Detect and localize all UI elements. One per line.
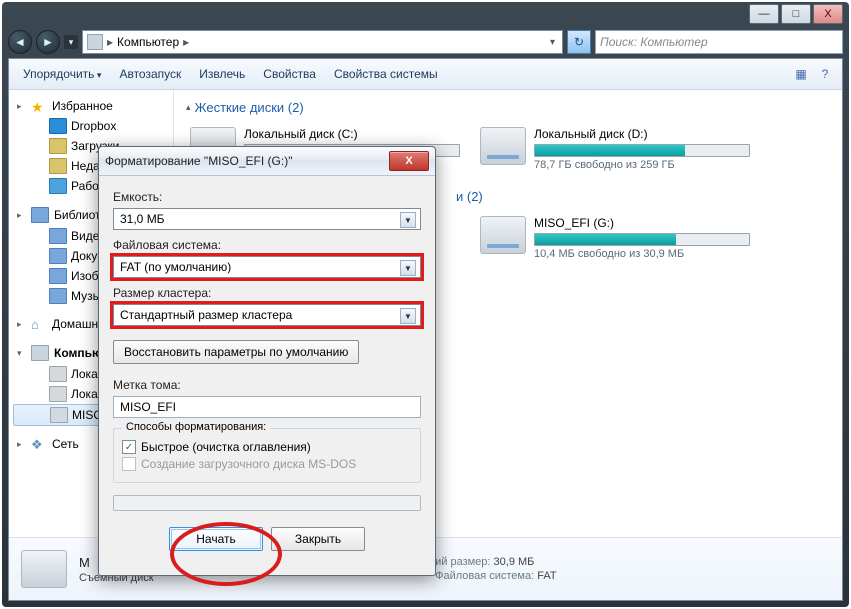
- filesystem-combo[interactable]: FAT (по умолчанию)▼: [113, 256, 421, 278]
- history-dropdown[interactable]: ▾: [64, 35, 78, 49]
- checkbox-icon: ✓: [122, 440, 136, 454]
- volume-label-label: Метка тома:: [113, 378, 421, 392]
- drive-item[interactable]: Локальный диск (D:)78,7 ГБ свободно из 2…: [476, 123, 754, 175]
- star-icon: ★: [31, 99, 47, 113]
- refresh-button[interactable]: ↻: [567, 30, 591, 54]
- quick-format-checkbox[interactable]: ✓Быстрое (очистка оглавления): [122, 440, 412, 454]
- drive-icon: [49, 386, 67, 402]
- volume-label-input[interactable]: MISO_EFI: [113, 396, 421, 418]
- filesystem-label: Файловая система:: [113, 238, 421, 252]
- network-icon: ❖: [31, 437, 47, 451]
- chevron-down-icon: ▼: [400, 212, 416, 228]
- folder-icon: [49, 138, 67, 154]
- nav-group-favorites[interactable]: ▸★Избранное: [9, 96, 173, 116]
- folder-icon: [49, 118, 67, 134]
- cluster-size-combo[interactable]: Стандартный размер кластера▼: [113, 304, 421, 326]
- drive-icon: [50, 407, 68, 423]
- computer-icon: [31, 345, 49, 361]
- computer-icon: [87, 34, 103, 50]
- msdos-boot-checkbox: Создание загрузочного диска MS-DOS: [122, 457, 412, 471]
- chevron-down-icon: ▼: [400, 308, 416, 324]
- capacity-combo[interactable]: 31,0 МБ▼: [113, 208, 421, 230]
- minimize-button[interactable]: —: [749, 4, 779, 24]
- library-icon: [49, 248, 67, 264]
- capacity-label: Емкость:: [113, 190, 421, 204]
- properties-button[interactable]: Свойства: [255, 64, 324, 84]
- folder-icon: [49, 178, 67, 194]
- breadcrumb-sep-icon: ▸: [183, 35, 189, 49]
- breadcrumb[interactable]: Компьютер: [117, 35, 179, 49]
- format-dialog: Форматирование "MISO_EFI (G:)" X Емкость…: [98, 146, 436, 576]
- library-icon: [31, 207, 49, 223]
- start-button[interactable]: Начать: [169, 527, 263, 551]
- breadcrumb-sep-icon: ▸: [107, 35, 113, 49]
- drive-icon: [49, 366, 67, 382]
- removable-drive-icon: [480, 216, 526, 254]
- system-properties-button[interactable]: Свойства системы: [326, 64, 446, 84]
- window-titlebar: — □ X: [2, 2, 849, 26]
- removable-drive-icon: [21, 550, 67, 588]
- nav-item[interactable]: Dropbox: [9, 116, 173, 136]
- format-progress: [113, 495, 421, 511]
- close-dialog-button[interactable]: Закрыть: [271, 527, 365, 551]
- chevron-down-icon: ▼: [400, 260, 416, 276]
- organize-menu[interactable]: Упорядочить: [15, 64, 109, 84]
- extract-button[interactable]: Извлечь: [191, 64, 253, 84]
- dialog-close-button[interactable]: X: [389, 151, 429, 171]
- address-bar[interactable]: ▸ Компьютер ▸ ▾: [82, 30, 563, 54]
- home-icon: ⌂: [31, 317, 47, 331]
- format-options-group: Способы форматирования: ✓Быстрое (очистк…: [113, 428, 421, 483]
- format-options-label: Способы форматирования:: [122, 421, 270, 433]
- address-drop-icon[interactable]: ▾: [547, 37, 558, 48]
- drive-name: Локальный диск (C:): [244, 127, 460, 141]
- view-icon[interactable]: ▦: [790, 63, 812, 85]
- library-icon: [49, 288, 67, 304]
- hdd-icon: [480, 127, 526, 165]
- forward-button[interactable]: ►: [36, 30, 60, 54]
- toolbar: Упорядочить Автозапуск Извлечь Свойства …: [9, 59, 842, 90]
- section-header[interactable]: ▴Жесткие диски (2): [186, 96, 830, 123]
- cluster-label: Размер кластера:: [113, 286, 421, 300]
- dialog-titlebar[interactable]: Форматирование "MISO_EFI (G:)" X: [99, 147, 435, 176]
- help-icon[interactable]: ?: [814, 63, 836, 85]
- close-button[interactable]: X: [813, 4, 843, 24]
- autorun-button[interactable]: Автозапуск: [111, 64, 189, 84]
- drive-item[interactable]: MISO_EFI (G:)10,4 МБ свободно из 30,9 МБ: [476, 212, 754, 264]
- search-input[interactable]: Поиск: Компьютер: [595, 30, 843, 54]
- drive-name: MISO_EFI (G:): [534, 216, 750, 230]
- back-button[interactable]: ◄: [8, 30, 32, 54]
- maximize-button[interactable]: □: [781, 4, 811, 24]
- folder-icon: [49, 158, 67, 174]
- checkbox-icon: [122, 457, 136, 471]
- drive-name: Локальный диск (D:): [534, 127, 750, 141]
- library-icon: [49, 228, 67, 244]
- library-icon: [49, 268, 67, 284]
- collapse-icon: ▴: [186, 102, 191, 113]
- restore-defaults-button[interactable]: Восстановить параметры по умолчанию: [113, 340, 359, 364]
- dialog-title: Форматирование "MISO_EFI (G:)": [105, 154, 292, 168]
